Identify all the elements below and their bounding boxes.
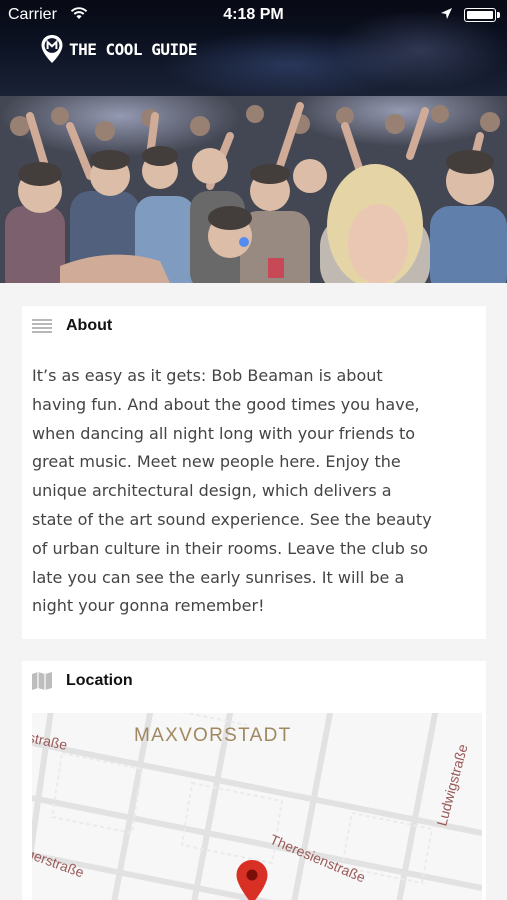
brand[interactable]: THE COOL GUIDE [40, 34, 197, 64]
location-header: Location [32, 671, 133, 691]
about-line: late you can see the early sunrises. It … [32, 567, 405, 587]
map-district-label: MAXVORSTADT [134, 725, 292, 746]
brand-name: THE COOL GUIDE [69, 39, 197, 59]
crowd-dancing-photo [0, 96, 507, 283]
battery-icon [464, 8, 500, 22]
about-card: About It’s as easy as it gets: Bob Beama… [22, 306, 486, 639]
about-line: night your gonna remember! [32, 596, 265, 616]
about-line: It’s as easy as it gets: Bob Beaman is a… [32, 366, 383, 385]
location-arrow-icon [440, 7, 453, 25]
map-marker-icon[interactable] [235, 859, 269, 900]
about-line: when dancing all night long with your fr… [32, 423, 416, 443]
hero-image [0, 96, 507, 283]
about-line: great music. Meet new people here. Enjoy… [32, 452, 401, 472]
location-map[interactable]: MAXVORSTADT straße Theresienstraße Ludwi… [32, 713, 482, 900]
about-line: state of the art sound experience. See t… [32, 509, 432, 529]
about-line: unique architectural design, which deliv… [32, 481, 392, 501]
app-header: Carrier 4:18 PM THE COOL GUIDE [0, 0, 507, 96]
about-title: About [66, 317, 113, 334]
about-line: having fun. And about the good times you… [32, 394, 420, 414]
about-header: About [32, 316, 112, 336]
map-icon [32, 672, 52, 690]
location-card: Location MAXVORSTADT straße Theresienstr… [22, 661, 486, 900]
menu-lines-icon [32, 319, 52, 333]
map-pin-logo-icon [41, 35, 63, 63]
status-bar: Carrier 4:18 PM [0, 0, 507, 30]
clock: 4:18 PM [223, 6, 284, 23]
location-title: Location [66, 672, 133, 689]
about-description: It’s as easy as it gets: Bob Beaman is a… [32, 362, 478, 621]
about-line: of urban culture in their rooms. Leave t… [32, 538, 429, 558]
